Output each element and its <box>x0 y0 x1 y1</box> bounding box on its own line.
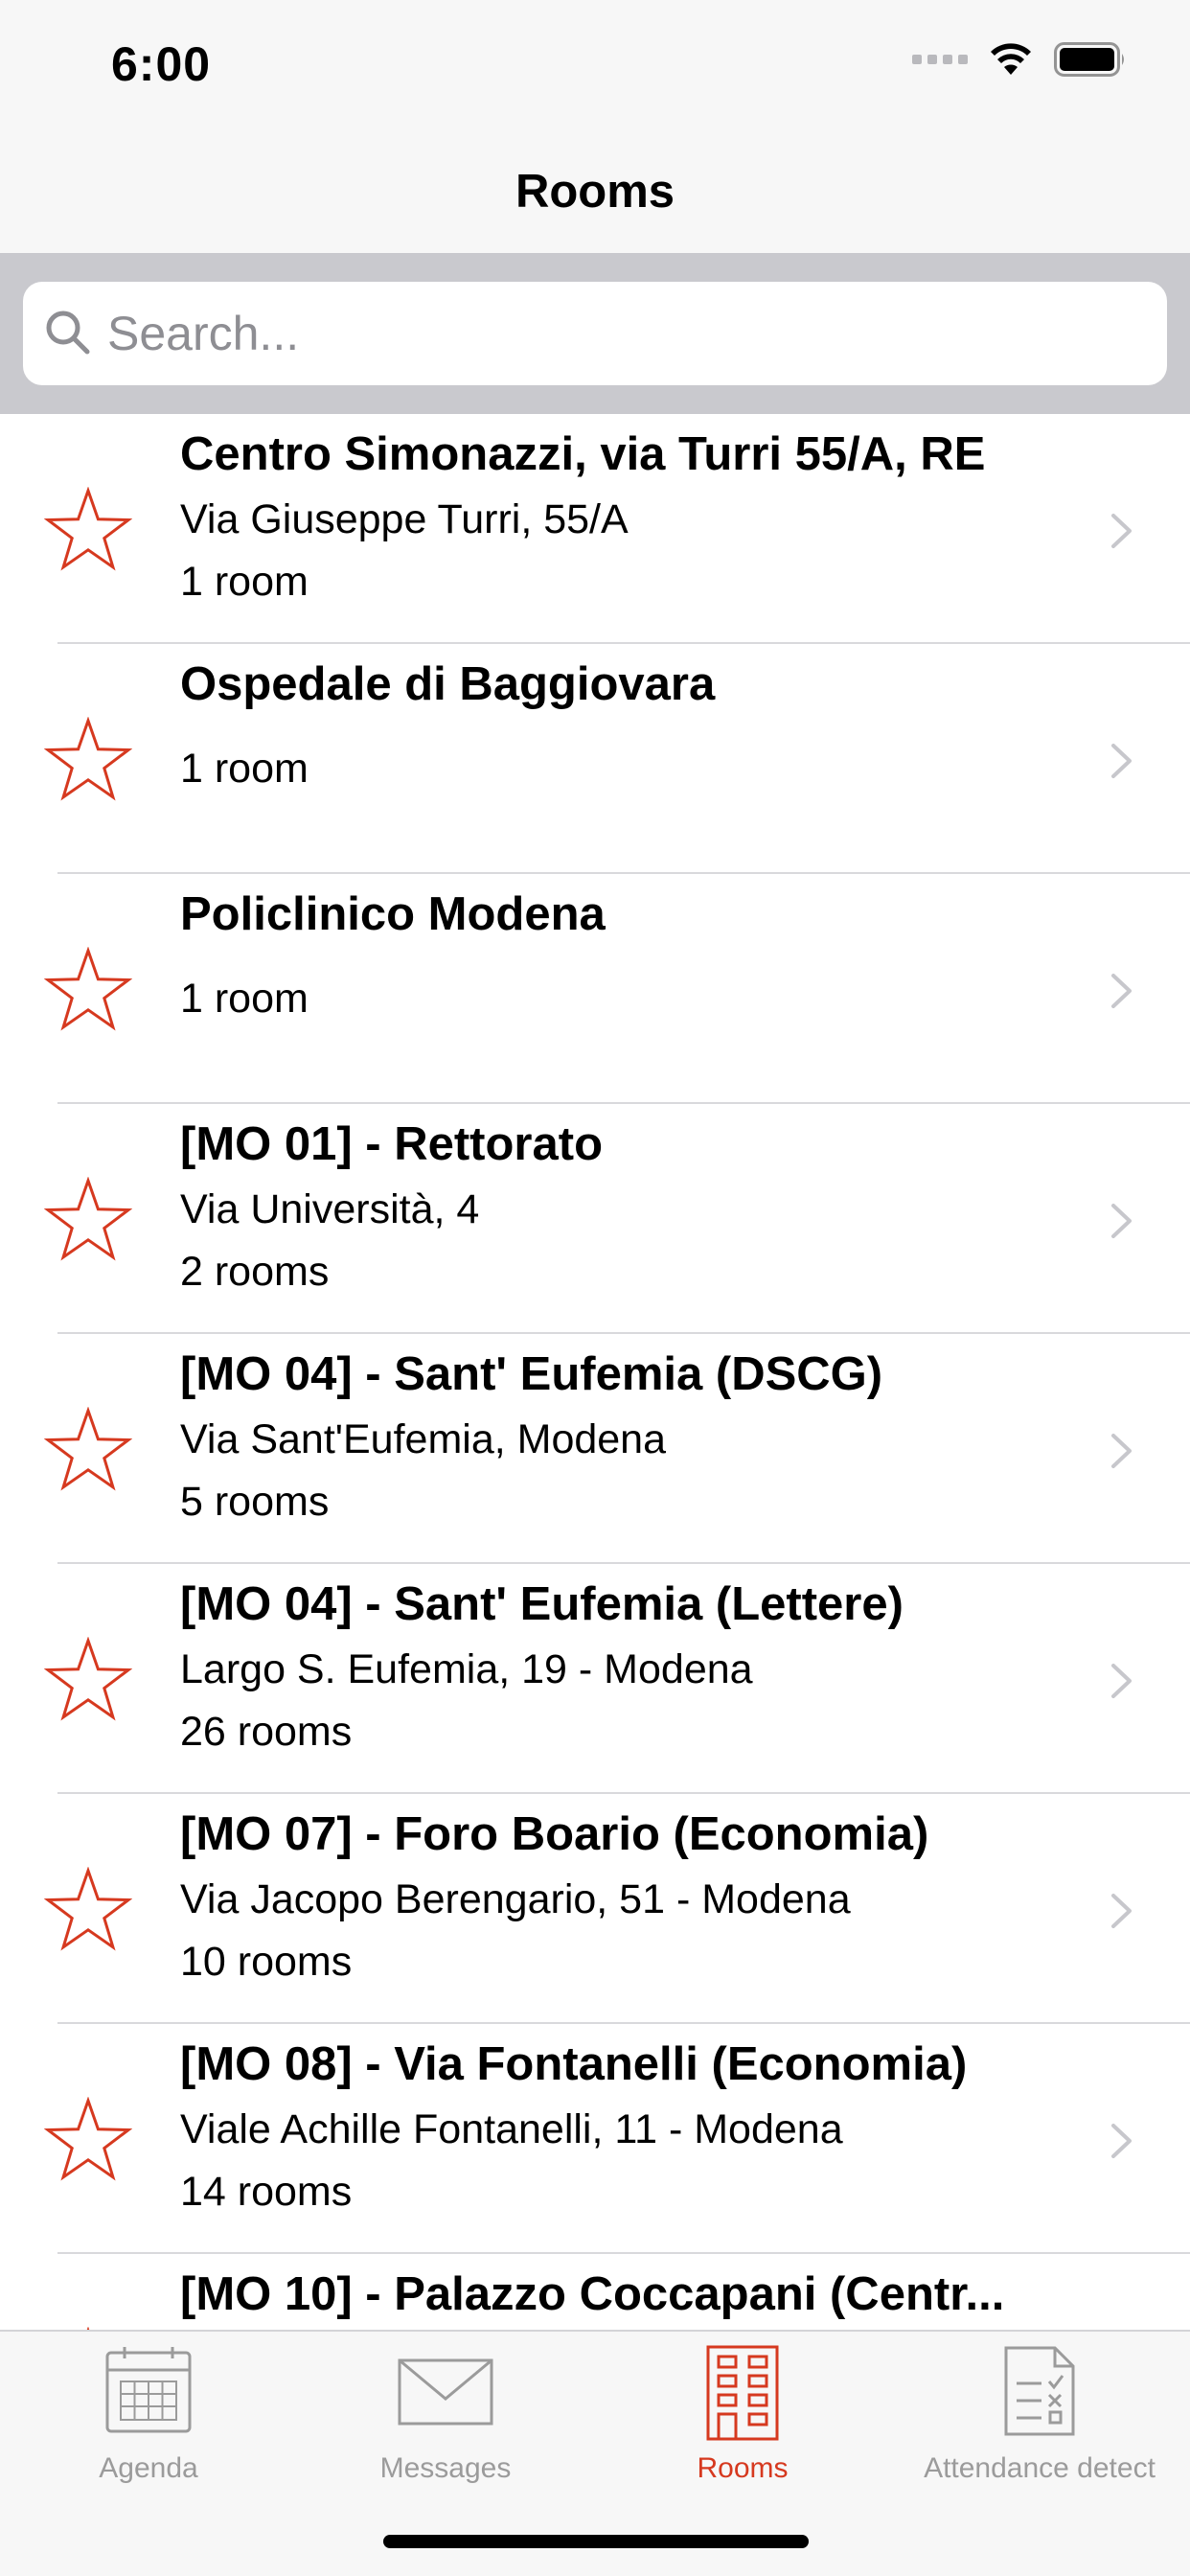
room-count: 2 rooms <box>180 1249 330 1295</box>
chevron-right-icon <box>1111 514 1132 548</box>
chevron-right-icon <box>1111 2124 1132 2158</box>
room-count: 1 room <box>180 746 309 792</box>
tab-messages[interactable]: Messages <box>297 2332 594 2485</box>
room-title: [MO 01] - Rettorato <box>180 1118 603 1170</box>
room-row[interactable]: [MO 10] - Palazzo Coccapani (Centr... <box>0 2254 1190 2330</box>
room-row[interactable]: [MO 04] - Sant' Eufemia (Lettere) Largo S… <box>0 1564 1190 1794</box>
status-icons <box>912 42 1127 77</box>
room-row[interactable]: Ospedale di Baggiovara 1 room <box>0 644 1190 874</box>
room-count: 10 rooms <box>180 1939 353 1985</box>
tab-rooms[interactable]: Rooms <box>594 2332 891 2485</box>
chevron-right-icon <box>1111 1434 1132 1468</box>
rooms-list: Centro Simonazzi, via Turri 55/A, RE Via … <box>0 414 1190 2330</box>
room-row[interactable]: [MO 08] - Via Fontanelli (Economia) Viale… <box>0 2024 1190 2254</box>
search-bar <box>0 253 1190 414</box>
room-row[interactable]: [MO 07] - Foro Boario (Economia) Via Jaco… <box>0 1794 1190 2024</box>
building-icon <box>706 2345 779 2441</box>
room-count: 1 room <box>180 976 309 1022</box>
room-count: 1 room <box>180 559 309 605</box>
status-bar: 6:00 <box>0 0 1190 126</box>
room-title: Centro Simonazzi, via Turri 55/A, RE <box>180 428 986 480</box>
room-title: [MO 04] - Sant' Eufemia (Lettere) <box>180 1578 904 1630</box>
chevron-right-icon <box>1111 974 1132 1008</box>
search-field[interactable] <box>23 282 1167 385</box>
room-count: 5 rooms <box>180 1479 330 1525</box>
search-input[interactable] <box>107 282 1142 385</box>
room-row[interactable]: Centro Simonazzi, via Turri 55/A, RE Via … <box>0 414 1190 644</box>
room-title: [MO 04] - Sant' Eufemia (DSCG) <box>180 1348 883 1400</box>
checklist-document-icon <box>1004 2346 1075 2436</box>
chevron-right-icon <box>1111 1894 1132 1928</box>
favorite-star-icon[interactable] <box>44 1177 132 1261</box>
room-count: 14 rooms <box>180 2169 353 2215</box>
room-title: [MO 07] - Foro Boario (Economia) <box>180 1808 929 1860</box>
room-address: Via Giuseppe Turri, 55/A <box>180 496 629 542</box>
tab-agenda-label: Agenda <box>99 2452 198 2484</box>
calendar-icon <box>105 2347 192 2433</box>
room-row[interactable]: Policlinico Modena 1 room <box>0 874 1190 1104</box>
favorite-star-icon[interactable] <box>44 487 132 571</box>
room-count: 26 rooms <box>180 1709 353 1755</box>
tab-attendance-detect-label: Attendance detect <box>924 2452 1156 2484</box>
favorite-star-icon[interactable] <box>44 947 132 1031</box>
favorite-star-icon[interactable] <box>44 1637 132 1721</box>
status-time: 6:00 <box>111 37 212 91</box>
room-title: Policlinico Modena <box>180 888 606 940</box>
search-icon <box>46 310 90 355</box>
cellular-signal-icon <box>912 55 968 64</box>
tab-attendance-detect[interactable]: Attendance detect <box>891 2332 1188 2485</box>
home-indicator <box>383 2535 809 2548</box>
room-address: Largo S. Eufemia, 19 - Modena <box>180 1646 753 1692</box>
favorite-star-icon[interactable] <box>44 2097 132 2181</box>
room-title: [MO 10] - Palazzo Coccapani (Centr... <box>180 2268 1005 2320</box>
chevron-right-icon <box>1111 1664 1132 1698</box>
favorite-star-icon[interactable] <box>44 1407 132 1491</box>
room-row[interactable]: [MO 04] - Sant' Eufemia (DSCG) Via Sant'E… <box>0 1334 1190 1564</box>
room-address: Via Università, 4 <box>180 1186 480 1232</box>
battery-icon <box>1054 42 1124 77</box>
room-address: Via Jacopo Berengario, 51 - Modena <box>180 1876 851 1922</box>
tab-agenda[interactable]: Agenda <box>0 2332 297 2485</box>
tab-rooms-label: Rooms <box>697 2452 789 2484</box>
chevron-right-icon <box>1111 744 1132 778</box>
favorite-star-icon[interactable] <box>44 1867 132 1951</box>
navigation-bar: Rooms <box>0 126 1190 253</box>
wifi-icon <box>991 43 1031 75</box>
room-title: Ospedale di Baggiovara <box>180 658 716 710</box>
tab-messages-label: Messages <box>379 2452 512 2484</box>
envelope-icon <box>398 2358 493 2426</box>
room-address: Via Sant'Eufemia, Modena <box>180 1416 667 1462</box>
room-title: [MO 08] - Via Fontanelli (Economia) <box>180 2038 968 2090</box>
page-title: Rooms <box>515 166 675 218</box>
room-row[interactable]: [MO 01] - Rettorato Via Università, 4 2 ro… <box>0 1104 1190 1334</box>
favorite-star-icon[interactable] <box>44 717 132 801</box>
chevron-right-icon <box>1111 1204 1132 1238</box>
room-address: Viale Achille Fontanelli, 11 - Modena <box>180 2106 843 2152</box>
